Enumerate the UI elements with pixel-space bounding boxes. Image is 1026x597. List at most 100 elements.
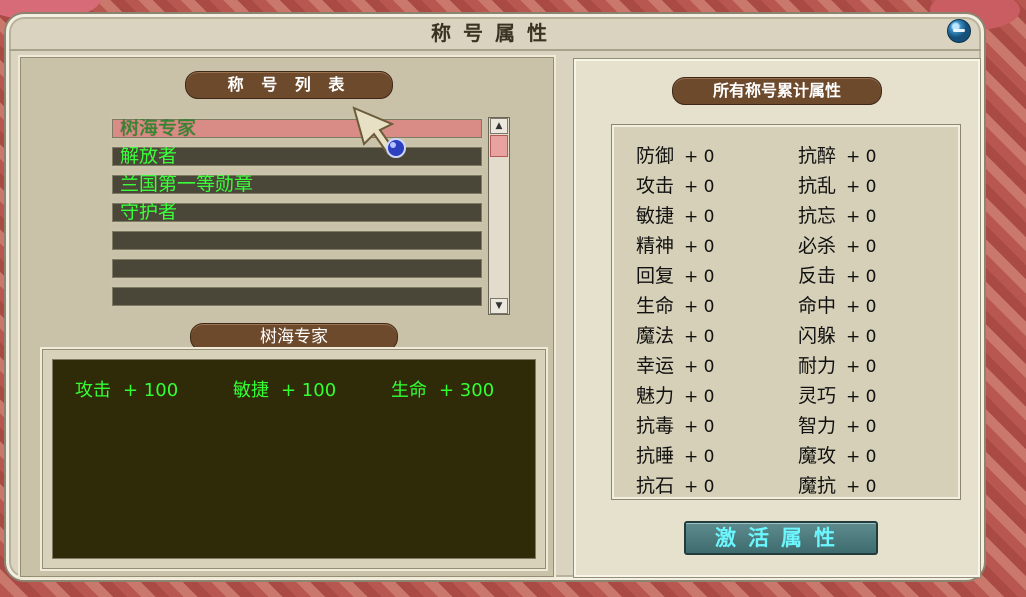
stat-entry: 回复 + 0 (636, 261, 714, 288)
stat-entry: 防御 + 0 (636, 141, 714, 168)
bonus-value: + 100 (281, 380, 337, 401)
stat-entry: 魔攻 + 0 (798, 441, 876, 468)
stat-value: + 0 (684, 147, 715, 167)
stat-name: 命中 (798, 295, 837, 317)
minimize-icon[interactable] (947, 19, 971, 43)
stat-name: 魔攻 (798, 445, 837, 467)
stat-value: + 0 (684, 237, 715, 257)
stat-name: 精神 (636, 235, 675, 257)
title-list-item[interactable]: 守护者 (110, 201, 484, 224)
stat-name: 抗毒 (636, 415, 675, 437)
total-attributes-header: 所有称号累计属性 (672, 77, 882, 105)
bonus-value: + 100 (123, 380, 179, 401)
stat-name: 魔抗 (798, 475, 837, 497)
stat-name: 抗乱 (798, 175, 837, 197)
stat-entry: 抗石 + 0 (636, 471, 714, 498)
stat-name: 防御 (636, 145, 675, 167)
stat-value: + 0 (684, 327, 715, 347)
stat-entry: 智力 + 0 (798, 411, 876, 438)
bonus-display: 攻击 + 100 敏捷 + 100 生命 + 300 (52, 359, 536, 559)
stat-value: + 0 (684, 207, 715, 227)
stat-value: + 0 (846, 417, 877, 437)
stat-entry: 灵巧 + 0 (798, 381, 876, 408)
stat-entry: 反击 + 0 (798, 261, 876, 288)
stat-name: 反击 (798, 265, 837, 287)
window-title: 称号属性 (9, 17, 981, 51)
activate-attributes-button[interactable]: 激活属性 (684, 521, 878, 555)
stat-name: 抗石 (636, 475, 675, 497)
stat-name: 回复 (636, 265, 675, 287)
stat-name: 幸运 (636, 355, 675, 377)
selected-title-bonus-panel: 攻击 + 100 敏捷 + 100 生命 + 300 (40, 347, 548, 571)
stat-value: + 0 (846, 447, 877, 467)
title-list-item[interactable] (110, 257, 484, 280)
stat-name: 耐力 (798, 355, 837, 377)
stat-entry: 魔抗 + 0 (798, 471, 876, 498)
stat-value: + 0 (846, 237, 877, 257)
stat-value: + 0 (684, 417, 715, 437)
stat-entry: 抗醉 + 0 (798, 141, 876, 168)
stat-entry: 魅力 + 0 (636, 381, 714, 408)
title-list-scrollbar[interactable]: ▲ ▼ (488, 117, 510, 315)
scroll-up-icon[interactable]: ▲ (490, 118, 508, 134)
stat-entry: 耐力 + 0 (798, 351, 876, 378)
stat-entry: 精神 + 0 (636, 231, 714, 258)
title-list: 树海专家 解放者 兰国第一等勋章 守护者 ▲ ▼ (110, 117, 510, 317)
title-list-item[interactable]: 树海专家 (110, 117, 484, 140)
stat-value: + 0 (684, 357, 715, 377)
bonus-name: 敏捷 (233, 380, 269, 401)
stat-name: 抗醉 (798, 145, 837, 167)
title-list-item[interactable]: 解放者 (110, 145, 484, 168)
stat-entry: 抗毒 + 0 (636, 411, 714, 438)
stat-name: 敏捷 (636, 205, 675, 227)
stat-entry: 魔法 + 0 (636, 321, 714, 348)
bonus-value: + 300 (439, 380, 495, 401)
stat-value: + 0 (846, 327, 877, 347)
stat-value: + 0 (684, 447, 715, 467)
stat-entry: 闪躲 + 0 (798, 321, 876, 348)
stat-name: 抗忘 (798, 205, 837, 227)
stat-name: 魔法 (636, 325, 675, 347)
stat-entry: 攻击 + 0 (636, 171, 714, 198)
bonus-entry: 敏捷 + 100 (233, 376, 336, 402)
stat-name: 抗睡 (636, 445, 675, 467)
stat-name: 生命 (636, 295, 675, 317)
stat-entry: 抗乱 + 0 (798, 171, 876, 198)
pointer-cursor-icon (352, 106, 406, 158)
title-list-item[interactable] (110, 285, 484, 308)
stat-name: 闪躲 (798, 325, 837, 347)
stat-entry: 命中 + 0 (798, 291, 876, 318)
title-list-item[interactable]: 兰国第一等勋章 (110, 173, 484, 196)
stat-value: + 0 (684, 267, 715, 287)
bonus-entry: 生命 + 300 (391, 376, 494, 402)
stat-name: 智力 (798, 415, 837, 437)
stat-name: 魅力 (636, 385, 675, 407)
stat-entry: 抗忘 + 0 (798, 201, 876, 228)
stat-entry: 幸运 + 0 (636, 351, 714, 378)
stat-value: + 0 (846, 357, 877, 377)
stat-entry: 生命 + 0 (636, 291, 714, 318)
title-list-panel: 称 号 列 表 树海专家 解放者 兰国第一等勋章 守护者 ▲ ▼ 树海专家 攻击… (18, 55, 556, 579)
stat-name: 灵巧 (798, 385, 837, 407)
stat-entry: 必杀 + 0 (798, 231, 876, 258)
stat-value: + 0 (846, 387, 877, 407)
bonus-name: 生命 (391, 380, 427, 401)
stat-value: + 0 (846, 477, 877, 497)
stat-value: + 0 (684, 177, 715, 197)
total-attributes-panel: 所有称号累计属性 防御 + 0 攻击 + 0 敏捷 + 0 精神 + 0 回复 + 0 生… (574, 59, 980, 577)
stat-value: + 0 (684, 297, 715, 317)
stat-value: + 0 (684, 477, 715, 497)
stat-value: + 0 (684, 387, 715, 407)
stat-name: 必杀 (798, 235, 837, 257)
stat-name: 攻击 (636, 175, 675, 197)
title-attributes-window: 称号属性 称 号 列 表 树海专家 解放者 兰国第一等勋章 守护者 ▲ ▼ 树海… (6, 14, 984, 580)
total-attributes-table: 防御 + 0 攻击 + 0 敏捷 + 0 精神 + 0 回复 + 0 生命 + 0 魔法 + … (612, 125, 960, 499)
stat-value: + 0 (846, 297, 877, 317)
scroll-thumb[interactable] (490, 135, 508, 157)
title-list-header: 称 号 列 表 (185, 71, 393, 99)
bonus-name: 攻击 (75, 380, 111, 401)
bonus-entry: 攻击 + 100 (75, 376, 178, 402)
stat-entry: 抗睡 + 0 (636, 441, 714, 468)
title-list-item[interactable] (110, 229, 484, 252)
scroll-down-icon[interactable]: ▼ (490, 298, 508, 314)
